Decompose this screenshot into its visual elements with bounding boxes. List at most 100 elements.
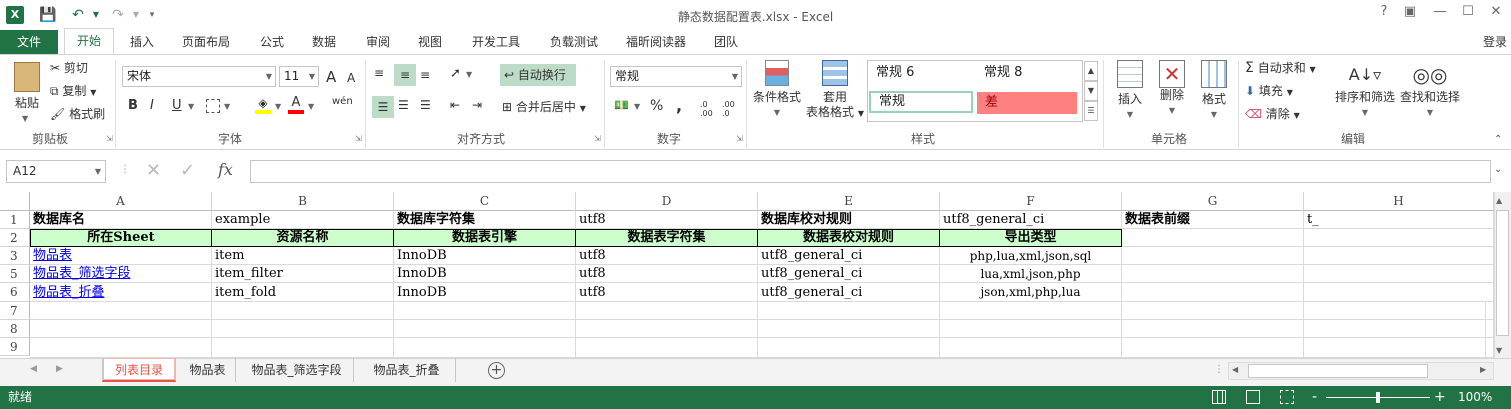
cell-c5[interactable]: InnoDB bbox=[394, 265, 576, 283]
tab-page-layout[interactable]: 页面布局 bbox=[176, 30, 236, 54]
cell-h2[interactable] bbox=[1304, 229, 1494, 247]
zoom-level[interactable]: 100% bbox=[1458, 386, 1492, 409]
cell-b2[interactable]: 资源名称 bbox=[211, 229, 394, 247]
zoom-in-button[interactable]: + bbox=[1434, 386, 1446, 409]
increase-font-icon[interactable]: A bbox=[326, 68, 336, 86]
fill-color-dropdown-icon[interactable]: ▼ bbox=[275, 102, 281, 111]
close-button[interactable]: ✕ bbox=[1484, 4, 1508, 24]
alignment-launcher-icon[interactable]: ⇲ bbox=[594, 134, 601, 143]
gallery-scroll-up-icon[interactable]: ▲ bbox=[1084, 61, 1098, 81]
cell-c1[interactable]: 数据库字符集 bbox=[394, 211, 576, 229]
cell-a3-link[interactable]: 物品表 bbox=[30, 247, 212, 265]
cell-d5[interactable]: utf8 bbox=[576, 265, 758, 283]
collapse-ribbon-icon[interactable]: ⌃ bbox=[1494, 134, 1502, 145]
clear-button[interactable]: ⌫ 清除 ▼ bbox=[1245, 104, 1300, 124]
cell-h3[interactable] bbox=[1304, 247, 1494, 265]
style-bad[interactable]: 差 bbox=[977, 92, 1077, 114]
orientation-icon[interactable]: ➚ bbox=[450, 66, 461, 81]
find-select-button[interactable]: ◎◎ 查找和选择 ▼ bbox=[1398, 60, 1462, 120]
tab-scroll-left-icon[interactable]: ◀ bbox=[30, 364, 37, 374]
format-as-table-button[interactable]: 套用 表格格式 ▼ bbox=[804, 60, 866, 121]
style-normal-8[interactable]: 常规 8 bbox=[976, 62, 1080, 84]
increase-decimal-icon[interactable]: .0.00 bbox=[700, 100, 713, 118]
style-normal-6[interactable]: 常规 6 bbox=[868, 62, 972, 84]
tab-scroll-right-icon[interactable]: ▶ bbox=[56, 364, 63, 374]
cell-b6[interactable]: item_fold bbox=[212, 283, 394, 302]
cancel-entry-icon[interactable]: ✕ bbox=[146, 160, 161, 181]
format-painter-button[interactable]: 🖌 格式刷 bbox=[50, 104, 105, 124]
row-7-cells[interactable] bbox=[30, 302, 1494, 320]
tab-team[interactable]: 团队 bbox=[708, 30, 744, 54]
row-header-6[interactable]: 6 bbox=[0, 283, 30, 302]
font-name-select[interactable]: 宋体 ▼ bbox=[122, 66, 276, 87]
number-format-select[interactable]: 常规 ▼ bbox=[610, 66, 742, 87]
cell-a5-link[interactable]: 物品表_筛选字段 bbox=[30, 265, 212, 283]
row-header-7[interactable]: 7 bbox=[0, 302, 30, 320]
hscroll-left-icon[interactable]: ◀ bbox=[1232, 365, 1238, 374]
border-icon[interactable] bbox=[206, 99, 220, 113]
row-header-5[interactable]: 5 bbox=[0, 265, 30, 283]
copy-button[interactable]: ⧉ 复制 ▼ bbox=[50, 81, 96, 101]
row-header-1[interactable]: 1 bbox=[0, 211, 30, 229]
align-left-icon[interactable]: ☰ bbox=[372, 96, 394, 118]
cell-g3[interactable] bbox=[1122, 247, 1304, 265]
page-layout-view-icon[interactable] bbox=[1246, 390, 1260, 404]
cell-g6[interactable] bbox=[1122, 283, 1304, 302]
scroll-thumb[interactable] bbox=[1496, 210, 1509, 336]
row-8-cells[interactable] bbox=[30, 320, 1494, 338]
minimize-button[interactable]: — bbox=[1428, 4, 1452, 24]
gallery-scroll-down-icon[interactable]: ▼ bbox=[1084, 81, 1098, 101]
column-header-c[interactable]: C bbox=[394, 192, 576, 211]
font-color-dropdown-icon[interactable]: ▼ bbox=[308, 102, 314, 111]
paste-dropdown-icon[interactable]: ▼ bbox=[22, 114, 28, 123]
cell-f5[interactable]: lua,xml,json,php bbox=[940, 265, 1122, 283]
scroll-up-icon[interactable]: ▲ bbox=[1496, 196, 1502, 205]
decrease-font-icon[interactable]: A bbox=[347, 71, 355, 85]
column-header-a[interactable]: A bbox=[30, 192, 212, 211]
cell-g2[interactable] bbox=[1122, 229, 1304, 247]
cell-f2[interactable]: 导出类型 bbox=[939, 229, 1122, 247]
tab-formulas[interactable]: 公式 bbox=[254, 30, 290, 54]
insert-cells-button[interactable]: 插入 ▼ bbox=[1110, 60, 1150, 122]
wrap-text-button[interactable]: ↩ 自动换行 bbox=[500, 64, 576, 86]
align-top-icon[interactable]: ≡ bbox=[374, 66, 384, 80]
cell-a6-link[interactable]: 物品表_折叠 bbox=[30, 283, 212, 302]
cell-e3[interactable]: utf8_general_ci bbox=[758, 247, 940, 265]
tab-data[interactable]: 数据 bbox=[306, 30, 342, 54]
tab-insert[interactable]: 插入 bbox=[124, 30, 160, 54]
font-color-icon[interactable]: A bbox=[288, 96, 304, 114]
row-header-8[interactable]: 8 bbox=[0, 320, 30, 338]
cell-a2[interactable]: 所在Sheet bbox=[30, 229, 212, 247]
cell-f3[interactable]: php,lua,xml,json,sql bbox=[940, 247, 1122, 265]
tab-foxit[interactable]: 福昕阅读器 bbox=[620, 30, 692, 54]
underline-dropdown-icon[interactable]: ▼ bbox=[188, 102, 194, 111]
tab-developer[interactable]: 开发工具 bbox=[464, 30, 528, 54]
help-button[interactable]: ? bbox=[1372, 4, 1396, 24]
page-break-view-icon[interactable] bbox=[1280, 390, 1294, 404]
cell-c6[interactable]: InnoDB bbox=[394, 283, 576, 302]
cell-b1[interactable]: example bbox=[212, 211, 394, 229]
sheet-tab-items-filter[interactable]: 物品表_筛选字段 bbox=[240, 358, 354, 382]
new-sheet-icon[interactable]: + bbox=[488, 362, 505, 379]
fill-button[interactable]: ⬇ 填充 ▼ bbox=[1245, 81, 1293, 101]
italic-button[interactable]: I bbox=[150, 98, 154, 113]
align-center-icon[interactable]: ☰ bbox=[398, 98, 409, 112]
hscroll-right-icon[interactable]: ▶ bbox=[1480, 365, 1486, 374]
align-middle-icon[interactable]: ≡ bbox=[394, 64, 416, 86]
scroll-down-icon[interactable]: ▼ bbox=[1496, 346, 1502, 355]
hscroll-thumb[interactable] bbox=[1248, 364, 1428, 378]
fill-color-icon[interactable]: ◈ bbox=[255, 96, 271, 114]
tab-view[interactable]: 视图 bbox=[412, 30, 448, 54]
column-header-f[interactable]: F bbox=[940, 192, 1122, 211]
cell-g1[interactable]: 数据表前缀 bbox=[1122, 211, 1304, 229]
column-header-g[interactable]: G bbox=[1122, 192, 1304, 211]
cell-d3[interactable]: utf8 bbox=[576, 247, 758, 265]
select-all-corner[interactable] bbox=[0, 192, 30, 211]
row-header-2[interactable]: 2 bbox=[0, 229, 30, 247]
zoom-out-button[interactable]: - bbox=[1312, 386, 1317, 409]
tab-splitter-icon[interactable]: ⋮ bbox=[1214, 364, 1224, 375]
clipboard-launcher-icon[interactable]: ⇲ bbox=[106, 134, 113, 143]
expand-formula-icon[interactable]: ⌄ bbox=[1494, 164, 1502, 175]
cell-d1[interactable]: utf8 bbox=[576, 211, 758, 229]
cell-d6[interactable]: utf8 bbox=[576, 283, 758, 302]
